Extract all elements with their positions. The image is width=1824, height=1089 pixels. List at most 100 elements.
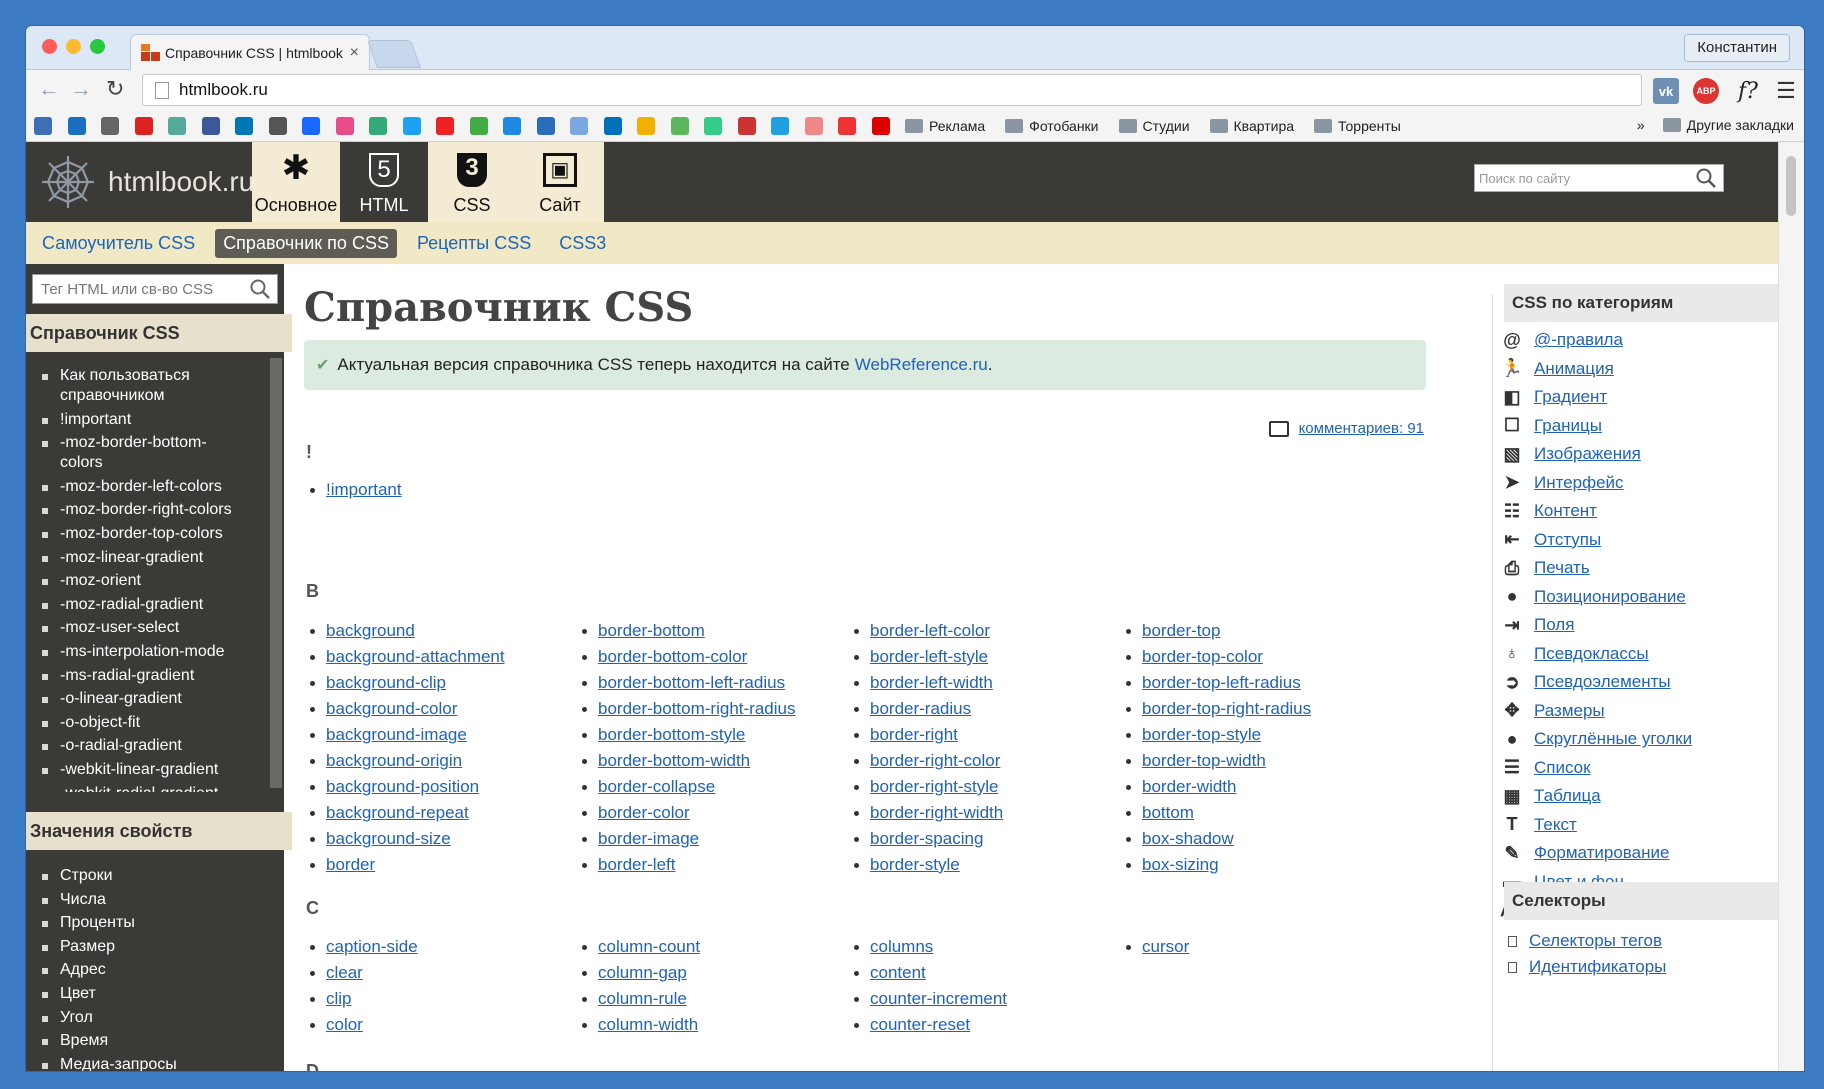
property-link[interactable]: bottom	[1142, 803, 1194, 822]
property-link[interactable]: box-sizing	[1142, 855, 1219, 874]
sidebar-list-item[interactable]: -o-radial-gradient	[40, 736, 240, 756]
category-item[interactable]: ➤ Интерфейс	[1502, 469, 1692, 498]
browser-tab-active[interactable]: Справочник CSS | htmlbook ×	[130, 34, 370, 70]
category-link[interactable]: Градиент	[1534, 387, 1607, 407]
category-link[interactable]: Размеры	[1534, 701, 1605, 721]
property-link[interactable]: counter-increment	[870, 989, 1007, 1008]
sidebar-list-item[interactable]: !important	[40, 410, 240, 430]
category-item[interactable]: ● Скруглённые уголки	[1502, 725, 1693, 754]
bookmark-site-icon[interactable]	[637, 116, 655, 135]
property-link[interactable]: border-bottom	[598, 621, 705, 640]
bookmark-site-icon[interactable]	[771, 116, 789, 135]
bookmark-site-icon[interactable]	[235, 116, 253, 135]
bookmark-site-icon[interactable]	[335, 116, 354, 135]
property-link[interactable]: border-right-width	[870, 803, 1003, 822]
property-link[interactable]: border-collapse	[598, 777, 715, 796]
sidebar-list-item[interactable]: Строки	[40, 866, 177, 886]
bookmarks-more-chevron-icon[interactable]: »	[1637, 117, 1645, 133]
sidebar-list-item[interactable]: -moz-border-bottom-colors	[40, 433, 240, 473]
property-link[interactable]: column-count	[598, 937, 700, 956]
bookmark-folder[interactable]: Реклама	[905, 118, 985, 134]
property-link[interactable]: background-image	[326, 725, 467, 744]
property-link[interactable]: !important	[326, 480, 402, 499]
adblock-extension-icon[interactable]: ABP	[1693, 78, 1719, 104]
property-link[interactable]: content	[870, 963, 926, 982]
sidebar-list-item[interactable]: -moz-orient	[40, 571, 240, 591]
property-link[interactable]: background-clip	[326, 673, 446, 692]
bookmark-site-icon[interactable]	[302, 116, 320, 135]
bookmark-folder[interactable]: Квартира	[1209, 118, 1294, 134]
bookmark-site-icon[interactable]	[704, 116, 722, 135]
property-link[interactable]: background-attachment	[326, 647, 505, 666]
sidebar-scrollbar[interactable]	[270, 358, 282, 788]
comments-link[interactable]: комментариев: 91	[1268, 420, 1424, 437]
category-item[interactable]: ♁ Псевдоклассы	[1502, 640, 1692, 669]
sidebar-list-item[interactable]: Как пользоваться справочником	[40, 366, 240, 406]
forward-arrow-icon[interactable]: →	[70, 76, 92, 102]
property-link[interactable]: border-right-style	[870, 777, 999, 796]
property-link[interactable]: border-width	[1142, 777, 1237, 796]
category-item[interactable]: 🏃 Анимация	[1501, 355, 1692, 384]
bookmark-site-icon[interactable]	[503, 116, 521, 135]
sidebar-list-item[interactable]: Цвет	[40, 984, 177, 1004]
maximize-window-button[interactable]	[90, 39, 105, 54]
property-link[interactable]: background-size	[326, 829, 451, 848]
bookmark-site-icon[interactable]	[737, 116, 756, 135]
bookmark-site-icon[interactable]	[134, 116, 153, 135]
close-window-button[interactable]	[42, 39, 57, 54]
category-link[interactable]: Позиционирование	[1534, 587, 1686, 607]
sidebar-list-item[interactable]: -moz-border-right-colors	[40, 500, 240, 520]
property-link[interactable]: border-bottom-color	[598, 647, 747, 666]
page-scrollbar[interactable]	[1778, 142, 1804, 1071]
property-link[interactable]: column-gap	[598, 963, 687, 982]
selector-link[interactable]: Селекторы тегов	[1529, 931, 1662, 951]
property-link[interactable]: border-top-left-radius	[1142, 673, 1301, 692]
sidebar-list-item[interactable]: -webkit-radial-gradient	[40, 784, 240, 792]
bookmark-site-icon[interactable]	[201, 116, 220, 135]
category-link[interactable]: Изображения	[1534, 444, 1641, 464]
category-link[interactable]: Печать	[1534, 558, 1590, 578]
category-item[interactable]: ◧ Градиент	[1502, 383, 1692, 412]
sidebar-list-item[interactable]: Адрес	[40, 960, 177, 980]
category-link[interactable]: Псевдоклассы	[1534, 644, 1649, 664]
property-link[interactable]: background	[326, 621, 415, 640]
sidebar-list-item[interactable]: Время	[40, 1031, 177, 1051]
sidebar-list-item[interactable]: Размер	[40, 937, 177, 957]
category-link[interactable]: Анимация	[1534, 359, 1614, 379]
bookmark-site-icon[interactable]	[67, 116, 86, 135]
sidebar-list-item[interactable]: -moz-linear-gradient	[40, 548, 240, 568]
sidebar-list-item[interactable]: -ms-interpolation-mode	[40, 642, 240, 662]
property-link[interactable]: border-top-width	[1142, 751, 1266, 770]
category-item[interactable]: ✥ Размеры	[1502, 697, 1692, 726]
property-link[interactable]: cursor	[1142, 937, 1189, 956]
property-link[interactable]: border-top-color	[1142, 647, 1263, 666]
property-link[interactable]: border-bottom-right-radius	[598, 699, 795, 718]
sidebar-list-item[interactable]: Медиа-запросы	[40, 1055, 177, 1071]
category-link[interactable]: Форматирование	[1534, 843, 1669, 863]
property-link[interactable]: column-rule	[598, 989, 687, 1008]
property-link[interactable]: clip	[326, 989, 352, 1008]
sidebar-list-item[interactable]: -o-object-fit	[40, 713, 240, 733]
property-link[interactable]: columns	[870, 937, 933, 956]
property-link[interactable]: border-radius	[870, 699, 971, 718]
sidebar-list-item[interactable]: -webkit-linear-gradient	[40, 760, 240, 780]
category-item[interactable]: ⇥ Поля	[1502, 611, 1692, 640]
tab-close-icon[interactable]: ×	[350, 44, 359, 62]
property-link[interactable]: caption-side	[326, 937, 418, 956]
vk-extension-icon[interactable]: vk	[1653, 78, 1679, 104]
minimize-window-button[interactable]	[66, 39, 81, 54]
reload-icon[interactable]: ↻	[106, 76, 124, 102]
property-link[interactable]: counter-reset	[870, 1015, 970, 1034]
bookmark-site-icon[interactable]	[101, 116, 119, 135]
search-icon[interactable]	[1695, 167, 1717, 189]
site-search-input[interactable]: Поиск по сайту	[1474, 164, 1724, 192]
category-item[interactable]: ▦ Таблица	[1502, 782, 1692, 811]
category-link[interactable]: @-правила	[1534, 330, 1623, 350]
category-item[interactable]: ✎ Форматирование	[1502, 839, 1692, 868]
property-link[interactable]: border-top-style	[1142, 725, 1261, 744]
property-link[interactable]: border-right	[870, 725, 958, 744]
property-link[interactable]: box-shadow	[1142, 829, 1234, 848]
main-tab-css[interactable]: 3 CSS	[428, 142, 516, 222]
category-link[interactable]: Отступы	[1534, 530, 1601, 550]
selector-item[interactable]: Идентификаторы	[1508, 954, 1666, 980]
